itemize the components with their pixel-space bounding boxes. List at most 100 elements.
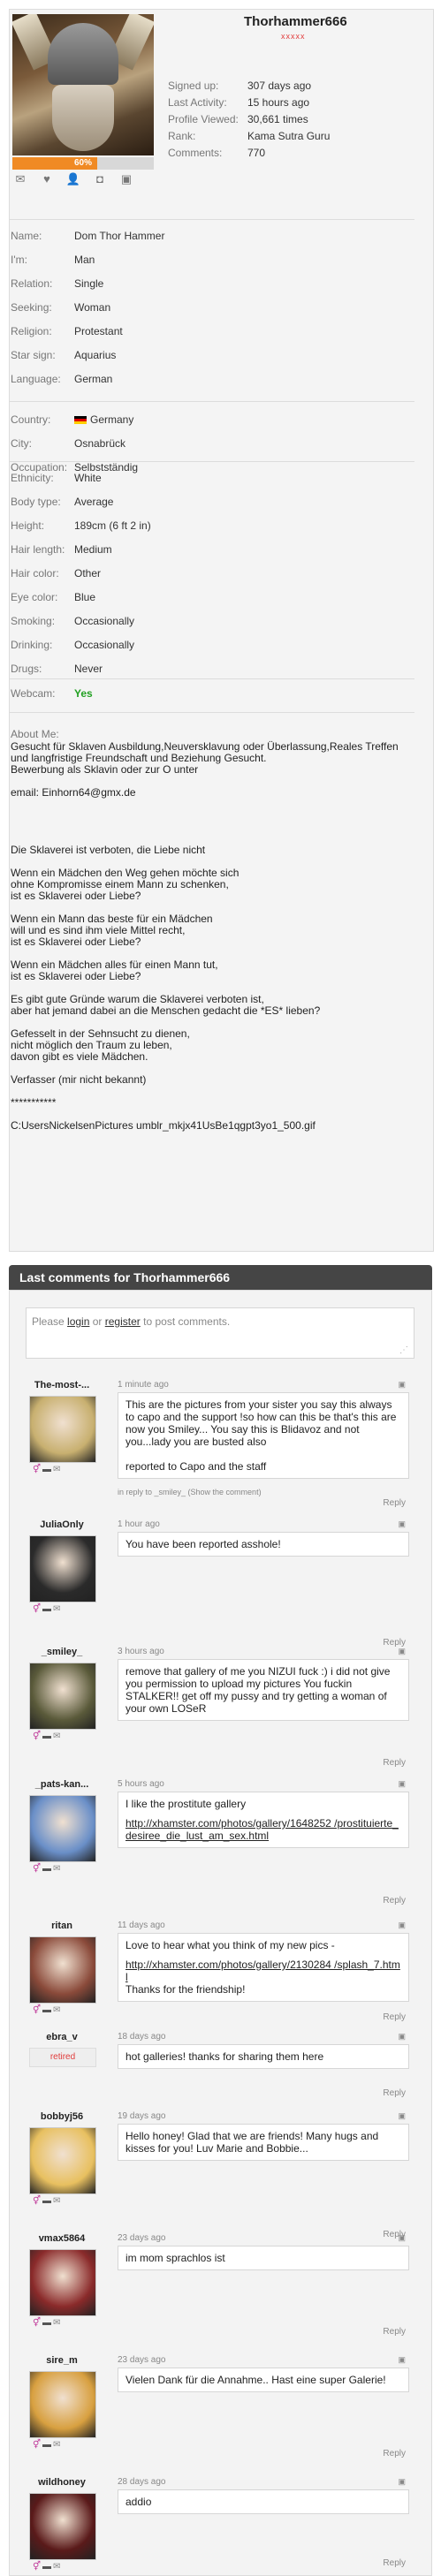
- profile-avatar[interactable]: [12, 14, 154, 155]
- comment-menu-icon[interactable]: ▣: [398, 1647, 406, 1656]
- flag-icon: ▬: [42, 1731, 54, 1741]
- detail-value: Aquarius: [74, 349, 117, 361]
- webcam-value: Yes: [74, 687, 93, 700]
- comment-body: addio: [118, 2489, 409, 2514]
- mail-icon[interactable]: ✉: [53, 1604, 62, 1614]
- in-reply-link[interactable]: in reply to _smiley_ (Show the comment): [118, 1488, 262, 1496]
- comment-body: im mom sprachlos ist: [118, 2246, 409, 2270]
- commenter-avatar[interactable]: [29, 1936, 96, 2004]
- reply-button[interactable]: Reply: [383, 2012, 406, 2022]
- add-friend-icon[interactable]: 👤: [65, 173, 81, 186]
- comment-time: 11 days ago: [118, 1921, 165, 1930]
- comment-username[interactable]: JuliaOnly: [26, 1519, 98, 1530]
- reply-button[interactable]: Reply: [383, 2327, 406, 2337]
- detail-label: Smoking:: [11, 615, 56, 627]
- flag-icon: ▬: [42, 2562, 54, 2572]
- stat-row: Comments: 770: [168, 145, 330, 162]
- webcam-label: Webcam:: [11, 687, 56, 700]
- stat-row: Last Activity: 15 hours ago: [168, 95, 330, 111]
- mail-icon[interactable]: ✉: [53, 1465, 62, 1474]
- comment-time: 23 days ago: [118, 2233, 166, 2243]
- commenter-avatar[interactable]: [29, 1663, 96, 1730]
- comment-username[interactable]: ebra_v: [26, 2032, 98, 2042]
- commenter-avatar[interactable]: [29, 1396, 96, 1463]
- divider: [9, 678, 414, 679]
- comment-menu-icon[interactable]: ▣: [398, 1380, 406, 1390]
- detail-value: 189cm (6 ft 2 in): [74, 519, 151, 532]
- commenter-avatar[interactable]: [29, 1535, 96, 1602]
- commenter-avatar[interactable]: [29, 2493, 96, 2560]
- comment-username[interactable]: vmax5864: [26, 2233, 98, 2244]
- mail-icon[interactable]: ✉: [53, 1731, 62, 1741]
- comment-menu-icon[interactable]: ▣: [398, 1779, 406, 1789]
- comment-username[interactable]: _smiley_: [26, 1647, 98, 1657]
- detail-value: Blue: [74, 591, 96, 603]
- register-link[interactable]: register: [105, 1315, 141, 1328]
- comment-menu-icon[interactable]: ▣: [398, 2032, 406, 2042]
- comment-body: remove that gallery of me you NIZUI fuck…: [118, 1659, 409, 1721]
- comment-username[interactable]: _pats-kan...: [26, 1779, 98, 1790]
- resize-handle-icon[interactable]: ⋰: [399, 1345, 408, 1355]
- comment-text: remove that gallery of me you NIZUI fuck…: [125, 1665, 393, 1715]
- reply-button[interactable]: Reply: [383, 2558, 406, 2568]
- commenter-avatar[interactable]: [29, 2249, 96, 2316]
- comment-body: Hello honey! Glad that we are friends! M…: [118, 2124, 409, 2161]
- login-link[interactable]: login: [67, 1315, 89, 1328]
- gift-icon[interactable]: ▣: [118, 173, 134, 186]
- webcam-row: Webcam: Yes: [11, 687, 93, 700]
- comment-body: hot galleries! thanks for sharing them h…: [118, 2044, 409, 2069]
- comment-username[interactable]: ritan: [26, 1921, 98, 1931]
- comment-link[interactable]: http://xhamster.com/photos/gallery/21302…: [125, 1959, 401, 1983]
- comment-menu-icon[interactable]: ▣: [398, 1921, 406, 1930]
- mail-icon[interactable]: ✉: [53, 2440, 62, 2450]
- reply-button[interactable]: Reply: [383, 1498, 406, 1508]
- commenter-avatar[interactable]: [29, 2371, 96, 2438]
- mail-icon[interactable]: ✉: [53, 2005, 62, 2015]
- gender-icon: ⚥: [33, 2005, 43, 2015]
- profile-username: Thorhammer666: [244, 14, 347, 29]
- comment-username[interactable]: bobbyj56: [26, 2111, 98, 2122]
- stat-value: 307 days ago: [247, 80, 312, 92]
- commenter-avatar[interactable]: [29, 2127, 96, 2194]
- comment-menu-icon[interactable]: ▣: [398, 2355, 406, 2365]
- mail-icon[interactable]: ✉: [53, 1864, 62, 1874]
- detail-row: Relation: Single: [11, 277, 103, 290]
- comment-menu-icon[interactable]: ▣: [398, 2477, 406, 2487]
- login-or-text: or: [92, 1315, 103, 1328]
- comment-link[interactable]: http://xhamster.com/photos/gallery/16482…: [125, 1817, 401, 1842]
- completion-label: 60%: [73, 158, 92, 168]
- profile-completion-bar: 60%: [12, 157, 154, 170]
- reply-button[interactable]: Reply: [383, 1758, 406, 1768]
- reply-button[interactable]: Reply: [383, 2449, 406, 2459]
- mail-icon[interactable]: ✉: [53, 2562, 62, 2572]
- mail-icon[interactable]: ✉: [12, 173, 28, 186]
- detail-value: Germany: [90, 413, 134, 426]
- divider: [9, 219, 414, 220]
- reply-button[interactable]: Reply: [383, 2088, 406, 2098]
- comment-username[interactable]: sire_m: [26, 2355, 98, 2366]
- mail-icon[interactable]: ✉: [53, 2318, 62, 2328]
- flag-icon: ▬: [42, 2005, 54, 2015]
- comment-text: hot galleries! thanks for sharing them h…: [125, 2050, 324, 2063]
- commenter-avatar[interactable]: [29, 1795, 96, 1862]
- comment-item: sire_m ⚥▬✉ 23 days ago ▣ Vielen Dank für die…: [26, 2355, 414, 2463]
- comment-username[interactable]: wildhoney: [26, 2477, 98, 2488]
- commenter-icons: ⚥▬✉: [33, 2562, 62, 2572]
- heart-icon[interactable]: ♥: [39, 173, 55, 186]
- camera-icon[interactable]: ◘: [92, 173, 108, 186]
- detail-label: City:: [11, 437, 32, 450]
- flag-icon: ▬: [42, 1604, 54, 1614]
- comment-menu-icon[interactable]: ▣: [398, 2233, 406, 2243]
- comment-menu-icon[interactable]: ▣: [398, 1519, 406, 1529]
- comment-menu-icon[interactable]: ▣: [398, 2111, 406, 2121]
- comment-text: im mom sprachlos ist: [125, 2252, 225, 2264]
- mail-icon[interactable]: ✉: [53, 2196, 62, 2206]
- comment-time: 23 days ago: [118, 2355, 166, 2365]
- login-suffix-text: to post comments.: [143, 1315, 231, 1328]
- detail-label: Hair length:: [11, 543, 65, 556]
- reply-button[interactable]: Reply: [383, 1896, 406, 1905]
- login-prompt-text: Please: [32, 1315, 65, 1328]
- comment-username[interactable]: The-most-...: [26, 1380, 98, 1390]
- flag-icon: ▬: [42, 1465, 54, 1474]
- flag-icon: ▬: [42, 2196, 54, 2206]
